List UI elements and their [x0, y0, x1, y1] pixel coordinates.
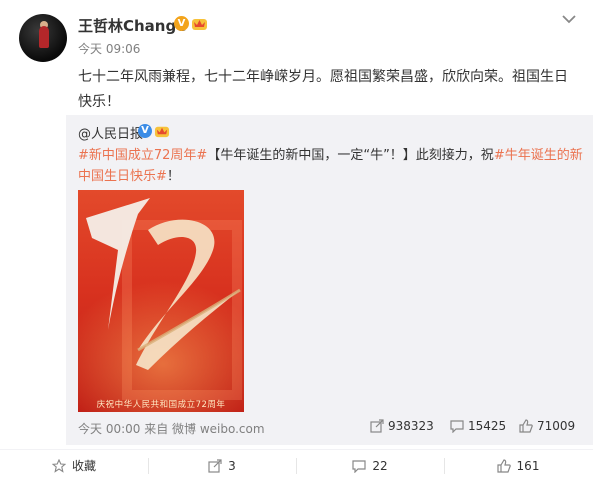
retweet-repost-count: 938323	[388, 419, 434, 433]
hashtag-link-72[interactable]: #新中国成立72周年#	[78, 148, 207, 163]
retweet-block: @人民日报 V #新中国成立72周年#【牛年诞生的新中国，一定“牛”！】此刻接力…	[66, 115, 593, 445]
comment-icon	[352, 460, 366, 474]
comment-count: 22	[372, 459, 388, 473]
share-icon	[370, 419, 384, 433]
weibo-post-card: 王哲林Change V 今天 09:06 七十二年风雨兼程，七十二年峥嵘岁月。愿…	[0, 0, 593, 481]
retweet-text-end: ！	[166, 169, 180, 184]
repost-button[interactable]: 3	[148, 450, 296, 482]
post-content: 七十二年风雨兼程，七十二年峥嵘岁月。愿祖国繁荣昌盛，欣欣向荣。祖国生日快乐！	[78, 69, 568, 110]
retweet-author-link[interactable]: @人民日报	[78, 123, 143, 142]
retweet-comment-stat[interactable]: 15425	[450, 419, 507, 434]
like-count: 161	[516, 459, 540, 473]
like-button[interactable]: 161	[444, 450, 592, 482]
member-crown-icon[interactable]	[191, 15, 208, 31]
retweet-content: #新中国成立72周年#【牛年诞生的新中国，一定“牛”！】此刻接力，祝#牛年诞生的…	[78, 145, 583, 187]
favorite-button[interactable]: 收藏	[0, 450, 148, 482]
retweet-repost-stat[interactable]: 938323	[370, 419, 434, 433]
post-timestamp[interactable]: 今天 09:06	[78, 40, 140, 57]
share-icon	[208, 459, 222, 473]
retweet-verified-icon: V	[138, 124, 152, 138]
retweet-like-stat[interactable]: 71009	[519, 419, 575, 433]
action-bar: 收藏 3 22 161	[0, 449, 593, 482]
retweet-comment-count: 15425	[468, 419, 507, 433]
thumbs-up-icon	[519, 419, 533, 433]
poster-72-graphic	[86, 198, 241, 370]
star-icon	[51, 458, 67, 473]
verified-v-icon: V	[174, 16, 189, 31]
poster-caption: 庆祝中华人民共和国成立72周年	[96, 400, 226, 410]
comment-button[interactable]: 22	[296, 450, 444, 482]
avatar-figure-body	[39, 26, 49, 48]
user-name-link[interactable]: 王哲林Change	[78, 15, 186, 36]
retweet-image[interactable]: 庆祝中华人民共和国成立72周年	[78, 190, 244, 412]
retweet-crown-icon[interactable]	[154, 123, 170, 138]
retweet-text-mid: 【牛年诞生的新中国，一定“牛”！】此刻接力，祝	[207, 148, 494, 163]
user-avatar[interactable]	[19, 14, 67, 62]
comment-icon	[450, 420, 464, 434]
repost-count: 3	[228, 459, 236, 473]
thumbs-up-icon	[496, 459, 511, 473]
chevron-down-icon[interactable]	[561, 12, 577, 26]
retweet-like-count: 71009	[537, 419, 576, 433]
retweet-meta[interactable]: 今天 00:00 来自 微博 weibo.com	[78, 420, 265, 437]
favorite-label: 收藏	[71, 459, 96, 473]
